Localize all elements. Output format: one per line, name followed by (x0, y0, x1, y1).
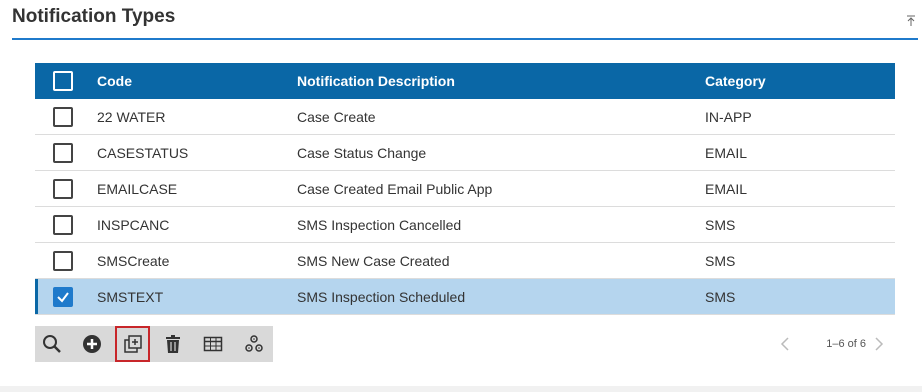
panel-header: Notification Types (12, 0, 918, 40)
cell-code: SMSTEXT (97, 289, 164, 305)
cell-category: SMS (705, 253, 736, 269)
notification-types-panel: Notification Types Code Notification Des… (0, 0, 922, 386)
cell-code: INSPCANC (97, 217, 170, 233)
grid-toolbar (35, 326, 273, 362)
cell-description: Case Status Change (297, 145, 427, 161)
cell-category: IN-APP (705, 109, 752, 125)
cell-code: CASESTATUS (97, 145, 189, 161)
table-row[interactable]: INSPCANC SMS Inspection Cancelled SMS (35, 207, 895, 243)
table-columns-icon (203, 336, 223, 352)
select-all-checkbox[interactable] (53, 71, 73, 91)
table-row-selected[interactable]: SMSTEXT SMS Inspection Scheduled SMS (35, 279, 895, 315)
table-row[interactable]: 22 WATER Case Create IN-APP (35, 99, 895, 135)
settings-gears-icon (245, 335, 263, 352)
cell-code: SMSCreate (97, 253, 170, 269)
copy-add-button[interactable] (115, 326, 150, 362)
page-range-label: 1–6 of 6 (826, 338, 866, 350)
columns-button[interactable] (198, 329, 228, 359)
table-header-row: Code Notification Description Category (35, 63, 895, 99)
cell-description: Case Create (297, 109, 376, 125)
search-button[interactable] (37, 329, 67, 359)
row-checkbox[interactable] (53, 107, 73, 127)
cell-description: SMS Inspection Cancelled (297, 217, 462, 233)
row-checkbox[interactable] (53, 179, 73, 199)
copy-add-icon (123, 335, 142, 353)
table-row[interactable]: CASESTATUS Case Status Change EMAIL (35, 135, 895, 171)
pagination: 1–6 of 6 (774, 336, 884, 352)
add-icon (83, 335, 101, 353)
cell-category: SMS (705, 289, 736, 305)
cell-category: EMAIL (705, 145, 748, 161)
notification-types-grid: Code Notification Description Category 2… (35, 63, 895, 315)
column-header-code[interactable]: Code (97, 63, 132, 99)
cell-description: SMS Inspection Scheduled (297, 289, 466, 305)
row-checkbox-checked[interactable] (53, 287, 73, 307)
cell-code: EMAILCASE (97, 181, 178, 197)
add-button[interactable] (77, 329, 107, 359)
chevron-right-icon[interactable] (874, 336, 884, 355)
collapse-up-icon[interactable] (906, 14, 916, 26)
row-checkbox[interactable] (53, 143, 73, 163)
column-header-category[interactable]: Category (705, 63, 766, 99)
settings-button[interactable] (239, 329, 269, 359)
table-row[interactable]: EMAILCASE Case Created Email Public App … (35, 171, 895, 207)
cell-description: Case Created Email Public App (297, 181, 493, 197)
row-checkbox[interactable] (53, 251, 73, 271)
trash-icon (166, 335, 180, 353)
cell-code: 22 WATER (97, 109, 166, 125)
cell-description: SMS New Case Created (297, 253, 450, 269)
page-title: Notification Types (12, 6, 176, 27)
checkmark-icon (57, 292, 69, 303)
table-row[interactable]: SMSCreate SMS New Case Created SMS (35, 243, 895, 279)
column-header-description[interactable]: Notification Description (297, 63, 455, 99)
cell-category: EMAIL (705, 181, 748, 197)
row-checkbox[interactable] (53, 215, 73, 235)
search-icon (43, 335, 61, 353)
cell-category: SMS (705, 217, 736, 233)
delete-button[interactable] (158, 329, 188, 359)
chevron-left-icon[interactable] (780, 336, 790, 355)
